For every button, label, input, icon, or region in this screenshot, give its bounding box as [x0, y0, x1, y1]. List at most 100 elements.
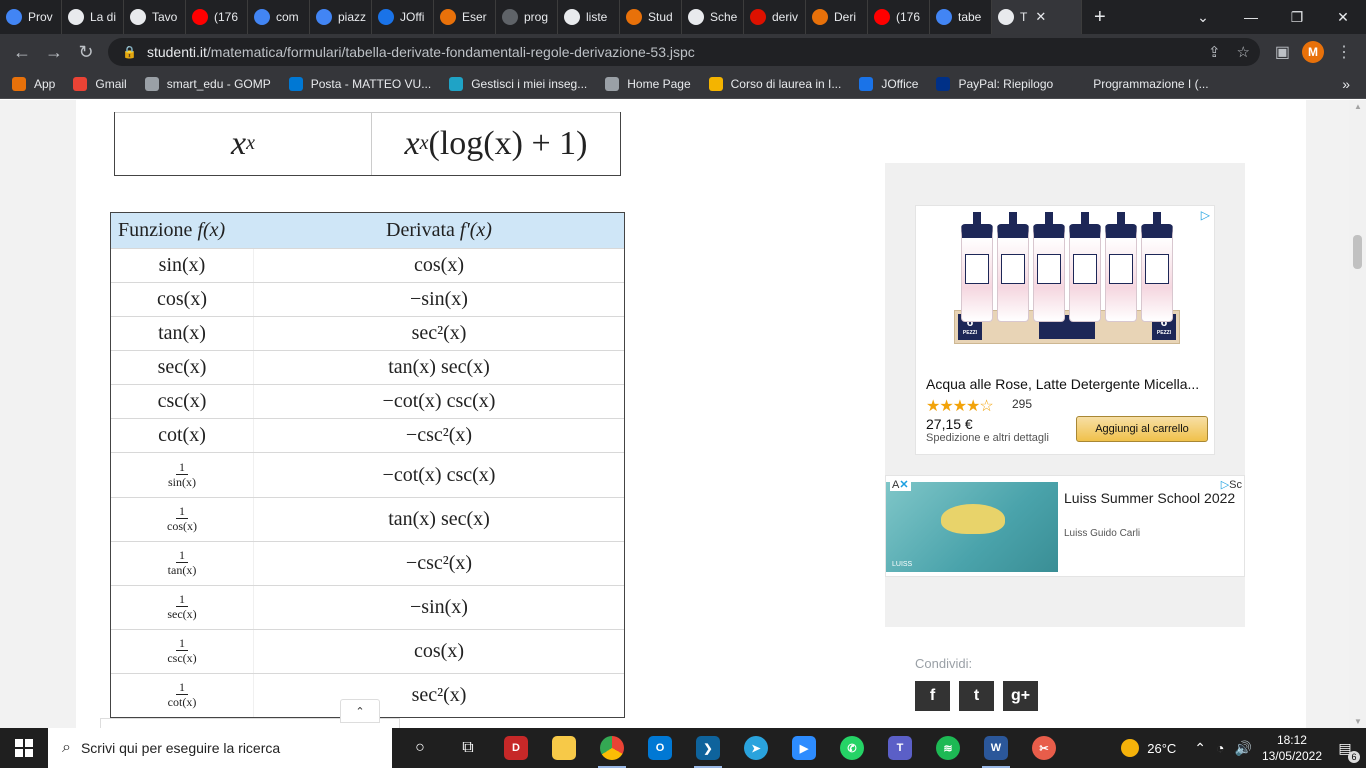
tab-label: Deri	[834, 10, 857, 24]
banner-ad[interactable]: A✕ LUISS ▷Sc Luiss Summer School 2022 Lu…	[885, 475, 1245, 577]
banner-image[interactable]: LUISS	[886, 482, 1058, 572]
share-page-icon[interactable]: ⇪	[1208, 43, 1221, 61]
product-title[interactable]: Acqua alle Rose, Latte Detergente Micell…	[926, 376, 1206, 392]
task-view-icon[interactable]: ⧉	[444, 728, 492, 768]
bookmark-star-icon[interactable]: ☆	[1237, 43, 1250, 61]
file-explorer-icon[interactable]	[540, 728, 588, 768]
teams-icon[interactable]: T	[876, 728, 924, 768]
weather-widget[interactable]: 26°C	[1121, 739, 1176, 757]
browser-tab[interactable]: La di	[62, 0, 124, 34]
bookmark-item[interactable]: Gestisci i miei inseg...	[449, 77, 587, 91]
banner-title[interactable]: Luiss Summer School 2022	[1064, 490, 1235, 506]
facebook-share-button[interactable]: f	[915, 681, 950, 711]
wifi-icon[interactable]: ◔	[1216, 740, 1224, 756]
minimize-button[interactable]: —	[1228, 0, 1274, 34]
outlook-icon[interactable]: O	[636, 728, 684, 768]
word-icon[interactable]: W	[972, 728, 1020, 768]
scroll-up-icon[interactable]: ▲	[1354, 102, 1362, 111]
vscode-icon[interactable]: ❯	[684, 728, 732, 768]
course-icon	[708, 77, 723, 91]
browser-tab[interactable]: T ✕	[992, 0, 1082, 34]
scroll-top-chevron-icon[interactable]: ⌃	[340, 699, 380, 723]
bookmarks-bar: App Gmail smart_edu - GOMP Posta - MATTEO V…	[0, 70, 1366, 99]
chrome-taskbar-icon[interactable]	[588, 728, 636, 768]
bookmark-item[interactable]: smart_edu - GOMP	[144, 77, 271, 91]
spotify-icon[interactable]: ≋	[924, 728, 972, 768]
googleplus-share-button[interactable]: g+	[1003, 681, 1038, 711]
browser-tab[interactable]: Tavo	[124, 0, 186, 34]
address-bar[interactable]: 🔒 studenti.it/matematica/formulari/tabel…	[108, 38, 1260, 66]
browser-tab[interactable]: Sche	[682, 0, 744, 34]
page-scrollbar[interactable]: ▲ ▼	[1349, 100, 1366, 728]
browser-tab[interactable]: Deri	[806, 0, 868, 34]
clock[interactable]: 18:12 13/05/2022	[1262, 732, 1322, 764]
browser-tab[interactable]: Stud	[620, 0, 682, 34]
fraction-denominator: sec(x)	[167, 607, 197, 621]
taskbar-search[interactable]: ⌕ Scrivi qui per eseguire la ricerca	[48, 728, 392, 768]
cortana-icon[interactable]: ○	[396, 728, 444, 768]
scroll-down-icon[interactable]: ▼	[1354, 717, 1362, 726]
pi-icon	[812, 9, 828, 25]
chevron-up-icon[interactable]: ⌃	[1194, 740, 1206, 757]
tab-label: (176	[214, 10, 239, 24]
bookmark-item[interactable]: Programmazione I (...	[1071, 77, 1209, 91]
bookmark-list: App Gmail smart_edu - GOMP Posta - MATTEO V…	[12, 77, 1227, 91]
windows-start-icon[interactable]	[0, 728, 48, 768]
reload-icon[interactable]: ↻	[70, 36, 102, 68]
back-icon[interactable]: ←	[6, 36, 38, 68]
joffice-icon	[378, 9, 394, 25]
volume-icon[interactable]: 🔊	[1235, 740, 1252, 757]
browser-tab[interactable]: (176	[868, 0, 930, 34]
browser-tab[interactable]: Eser	[434, 0, 496, 34]
browser-tab[interactable]: com	[248, 0, 310, 34]
google-icon	[316, 9, 332, 25]
forward-icon[interactable]: →	[38, 36, 70, 68]
scroll-thumb[interactable]	[1353, 235, 1362, 269]
studenti-icon	[130, 9, 146, 25]
telegram-icon[interactable]: ➤	[732, 728, 780, 768]
zoom-icon[interactable]: ▶	[780, 728, 828, 768]
adchoices-icon[interactable]: ▷	[1201, 208, 1210, 222]
browser-tab[interactable]: JOffi	[372, 0, 434, 34]
fraction-numerator: 1	[176, 549, 188, 563]
bookmarks-overflow-icon[interactable]: »	[1342, 76, 1350, 92]
bookmark-item[interactable]: Corso di laurea in I...	[708, 77, 841, 91]
new-tab-button[interactable]: +	[1082, 0, 1118, 34]
fraction: 1 sec(x)	[167, 593, 196, 622]
browser-tab[interactable]: Prov	[0, 0, 62, 34]
product-image[interactable]: 6 PEZZI 6 PEZZI	[954, 212, 1180, 362]
fraction: 1 cos(x)	[167, 505, 197, 534]
bookmark-item[interactable]: App	[12, 77, 55, 91]
bookmark-item[interactable]: Posta - MATTEO VU...	[288, 77, 431, 91]
devcpp-icon[interactable]: D	[492, 728, 540, 768]
browser-tab[interactable]: piazz	[310, 0, 372, 34]
browser-tab[interactable]: tabe	[930, 0, 992, 34]
rating-count: 295	[1012, 397, 1033, 411]
clock-time: 18:12	[1276, 733, 1307, 747]
browser-tab[interactable]: (176	[186, 0, 248, 34]
bookmark-item[interactable]: Home Page	[605, 77, 691, 91]
profile-avatar[interactable]: M	[1302, 41, 1324, 63]
notification-icon[interactable]: ▤ 6	[1332, 740, 1360, 763]
snipping-tool-icon[interactable]: ✂	[1020, 728, 1068, 768]
add-to-cart-button[interactable]: Aggiungi al carrello	[1076, 416, 1208, 442]
close-tab-icon[interactable]: ✕	[1035, 9, 1046, 25]
close-window-button[interactable]: ✕	[1320, 0, 1366, 34]
product-ad[interactable]: ▷ 6 PEZZI 6 PEZZI Acqua alle Rose, Latte…	[915, 205, 1215, 455]
ad-close-icon[interactable]: A✕	[890, 478, 911, 491]
browser-tab[interactable]: liste	[558, 0, 620, 34]
twitter-share-button[interactable]: t	[959, 681, 994, 711]
tab-search-icon[interactable]: ⌄	[1180, 0, 1226, 34]
menu-icon[interactable]: ⋮	[1336, 42, 1352, 62]
restore-button[interactable]: ❐	[1274, 0, 1320, 34]
bookmark-item[interactable]: JOffice	[859, 77, 918, 91]
whatsapp-icon[interactable]: ✆	[828, 728, 876, 768]
side-panel-icon[interactable]: ▣	[1275, 42, 1290, 62]
bookmark-item[interactable]: PayPal: Riepilogo	[936, 77, 1053, 91]
shipping-link[interactable]: Spedizione e altri dettagli	[926, 432, 1049, 444]
bookmark-item[interactable]: Gmail	[73, 77, 127, 91]
function-cell: cot(x)	[111, 419, 254, 452]
browser-tab[interactable]: prog	[496, 0, 558, 34]
browser-tab[interactable]: deriv	[744, 0, 806, 34]
lock-icon[interactable]: 🔒	[122, 45, 137, 59]
